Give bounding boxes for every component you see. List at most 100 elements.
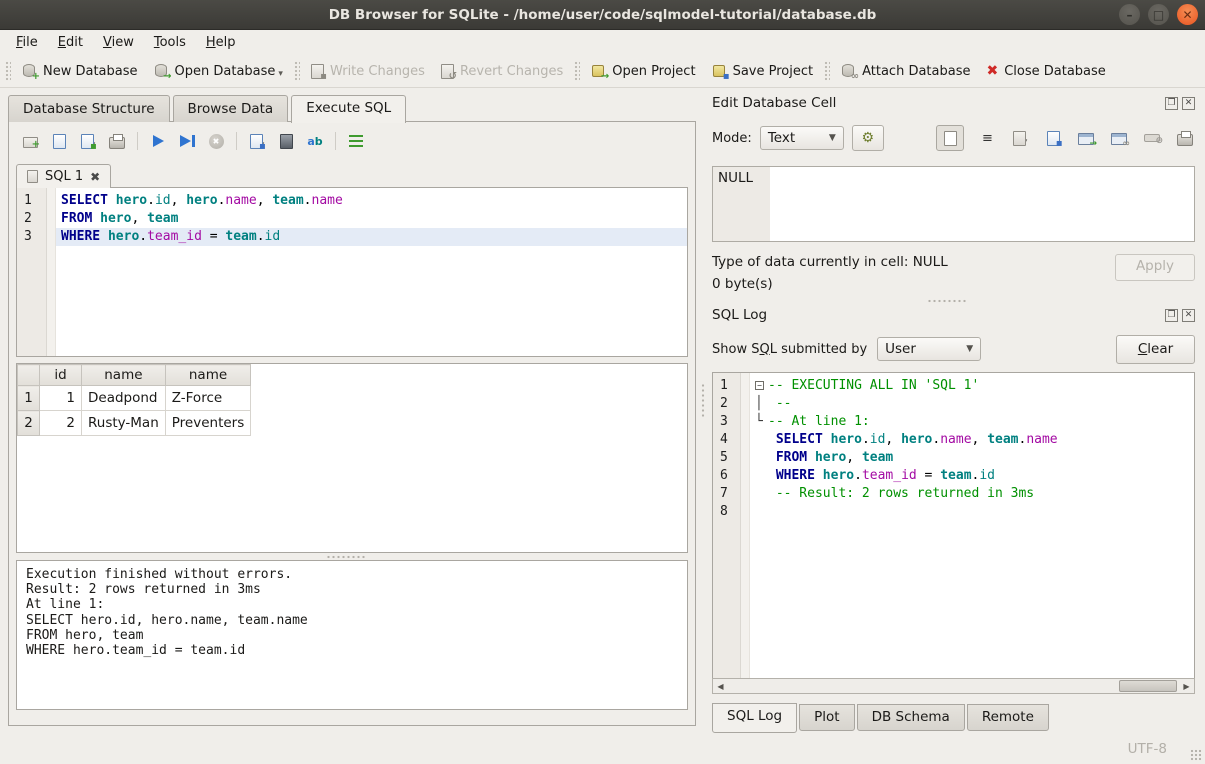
open-external-icon[interactable]: → <box>1076 129 1096 147</box>
sql-editor[interactable]: 123 SELECT hero.id, hero.name, team.name… <box>16 187 688 357</box>
tab-plot[interactable]: Plot <box>799 704 854 731</box>
scrollbar-thumb[interactable] <box>1119 680 1177 692</box>
tab-remote[interactable]: Remote <box>967 704 1049 731</box>
mode-select[interactable]: Text ▼ <box>760 126 844 150</box>
log-line <box>750 503 1194 521</box>
attach-database-label: Attach Database <box>862 64 970 79</box>
cell-value-editor[interactable]: NULL <box>712 166 1195 242</box>
menu-tools[interactable]: Tools <box>144 32 196 53</box>
auto-switch-mode-button[interactable]: ⚙ <box>852 125 884 151</box>
sql-doc-tab-label: SQL 1 <box>45 169 83 184</box>
splitter-handle[interactable] <box>712 297 1195 304</box>
menu-file[interactable]: File <box>6 32 48 53</box>
execute-sql-pane: + ▪▾ ✖ ▪▾ ab SQL 1 ✖ <box>8 121 696 726</box>
open-database-button[interactable]: → Open Database ▾ <box>146 59 291 83</box>
title-bar: DB Browser for SQLite - /home/user/code/… <box>0 0 1205 30</box>
attach-database-button[interactable]: ∞ Attach Database <box>833 59 978 83</box>
result-cell[interactable]: Preventers <box>165 411 251 436</box>
cell-value: NULL <box>713 167 770 241</box>
apply-button[interactable]: Apply <box>1115 254 1195 281</box>
sql-log-code[interactable]: −-- EXECUTING ALL IN 'SQL 1'│ --└-- At l… <box>750 373 1194 678</box>
sql-doc-tab[interactable]: SQL 1 ✖ <box>16 164 111 188</box>
results-grid[interactable]: idnamename11DeadpondZ-Force22Rusty-ManPr… <box>16 363 688 553</box>
close-button[interactable]: ✕ <box>1177 4 1198 25</box>
menu-edit[interactable]: Edit <box>48 32 93 53</box>
result-cell[interactable]: Deadpond <box>82 386 166 411</box>
log-line: −-- EXECUTING ALL IN 'SQL 1' <box>750 377 1194 395</box>
print-icon[interactable] <box>107 132 127 150</box>
sql-log-title: SQL Log <box>712 307 1161 323</box>
code-line: WHERE hero.team_id = team.id <box>56 228 687 246</box>
write-changes-button[interactable]: ▪ Write Changes <box>303 60 433 83</box>
execution-log[interactable]: Execution finished without errors. Resul… <box>16 560 688 710</box>
scroll-right-icon[interactable]: ▶ <box>1179 679 1194 693</box>
sql-log-fold-margin <box>741 373 750 678</box>
tab-browse-data[interactable]: Browse Data <box>173 95 289 122</box>
link-icon[interactable]: ∞ <box>1109 129 1129 147</box>
scroll-left-icon[interactable]: ◀ <box>713 679 728 693</box>
execute-current-line-icon[interactable] <box>177 132 197 150</box>
save-project-button[interactable]: ▪ Save Project <box>704 60 822 83</box>
row-header[interactable]: 2 <box>18 411 40 436</box>
execute-all-icon[interactable] <box>148 132 168 150</box>
format-sql-icon[interactable]: ab <box>305 132 325 150</box>
fold-collapse-icon[interactable]: − <box>755 381 764 390</box>
result-cell[interactable]: 2 <box>40 411 82 436</box>
chevron-down-icon[interactable]: ▾ <box>278 69 283 79</box>
corner-header[interactable] <box>18 365 40 386</box>
close-database-button[interactable]: ✖ Close Database <box>978 59 1113 83</box>
text-mode-icon[interactable] <box>936 125 964 151</box>
import-file-icon[interactable]: ▾ <box>1010 129 1030 147</box>
close-sql-tab-icon[interactable]: ✖ <box>90 170 100 184</box>
line-number: 4 <box>720 431 740 449</box>
column-header[interactable]: name <box>82 365 166 386</box>
toolbar-handle[interactable] <box>5 61 11 81</box>
close-dock-icon[interactable]: ✕ <box>1182 97 1195 110</box>
status-bar: UTF-8 <box>0 735 1205 764</box>
sql-editor-code[interactable]: SELECT hero.id, hero.name, team.nameFROM… <box>56 188 687 356</box>
stop-icon[interactable]: ✖ <box>206 132 226 150</box>
save-results-icon[interactable]: ▪▾ <box>247 132 267 150</box>
tab-database-structure[interactable]: Database Structure <box>8 95 170 122</box>
toolbar-handle[interactable] <box>574 61 580 81</box>
menu-help[interactable]: Help <box>196 32 246 53</box>
menu-view[interactable]: View <box>93 32 144 53</box>
open-project-button[interactable]: → Open Project <box>583 60 703 83</box>
open-sql-file-icon[interactable] <box>49 132 69 150</box>
new-database-button[interactable]: + New Database <box>14 59 146 83</box>
maximize-button[interactable]: □ <box>1148 4 1169 25</box>
line-number: 8 <box>720 503 740 521</box>
tab-sql-log[interactable]: SQL Log <box>712 703 797 733</box>
column-header[interactable]: name <box>165 365 251 386</box>
tab-execute-sql[interactable]: Execute SQL <box>291 95 406 123</box>
find-icon[interactable] <box>276 132 296 150</box>
result-cell[interactable]: Rusty-Man <box>82 411 166 436</box>
toolbar-handle[interactable] <box>824 61 830 81</box>
toggle-editor-layout-icon[interactable] <box>346 132 366 150</box>
export-file-icon[interactable]: ▪ <box>1043 129 1063 147</box>
save-sql-file-icon[interactable]: ▪▾ <box>78 132 98 150</box>
attach-database-icon: ∞ <box>841 63 856 79</box>
set-null-icon[interactable]: ⊖ <box>1142 129 1162 147</box>
column-header[interactable]: id <box>40 365 82 386</box>
edit-cell-title: Edit Database Cell <box>712 95 1161 111</box>
word-wrap-icon[interactable]: ≡ <box>977 129 997 147</box>
splitter-handle[interactable] <box>16 553 688 560</box>
print-cell-icon[interactable] <box>1175 129 1195 147</box>
result-cell[interactable]: 1 <box>40 386 82 411</box>
minimize-button[interactable]: – <box>1119 4 1140 25</box>
sql-log-hscrollbar[interactable]: ◀ ▶ <box>712 678 1195 694</box>
row-header[interactable]: 1 <box>18 386 40 411</box>
float-dock-icon[interactable]: ❐ <box>1165 309 1178 322</box>
submitter-select[interactable]: User ▼ <box>877 337 981 361</box>
resize-grip-icon[interactable] <box>1190 749 1202 761</box>
clear-button[interactable]: Clear <box>1116 335 1195 364</box>
close-dock-icon[interactable]: ✕ <box>1182 309 1195 322</box>
sql-log-view[interactable]: 12345678 −-- EXECUTING ALL IN 'SQL 1'│ -… <box>712 372 1195 678</box>
new-sql-tab-icon[interactable]: + <box>20 132 40 150</box>
tab-db-schema[interactable]: DB Schema <box>857 704 965 731</box>
submitter-value: User <box>885 341 916 357</box>
float-dock-icon[interactable]: ❐ <box>1165 97 1178 110</box>
revert-changes-button[interactable]: ↺ Revert Changes <box>433 60 571 83</box>
result-cell[interactable]: Z-Force <box>165 386 251 411</box>
